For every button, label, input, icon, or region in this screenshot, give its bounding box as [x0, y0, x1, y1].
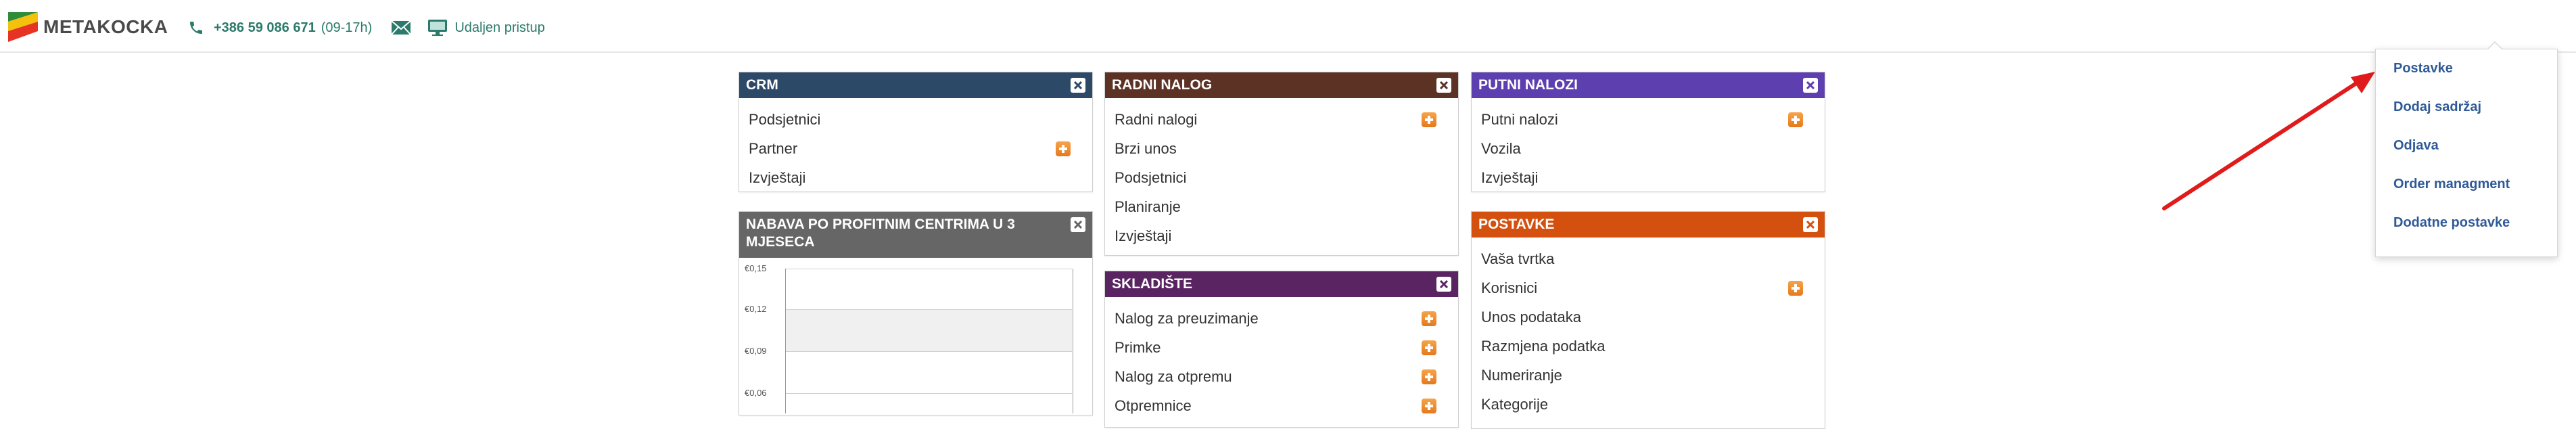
annotation-arrow: [2162, 72, 2375, 210]
contact-bar: +386 59 086 671 (09-17h) Udaljen pristup: [188, 19, 545, 37]
widget-link-izvjestaji[interactable]: Izvještaji: [739, 163, 1092, 192]
widget-postavke: POSTAVKE Vaša tvrtka Korisnici Unos poda…: [1471, 211, 1825, 429]
phone-number[interactable]: +386 59 086 671: [214, 20, 316, 36]
widget-header-crm[interactable]: CRM: [739, 72, 1092, 98]
widget-title-skladiste: SKLADIŠTE: [1112, 276, 1193, 292]
close-icon: [1073, 81, 1083, 90]
widget-link-kategorije[interactable]: Kategorije: [1472, 390, 1825, 419]
widget-header-nabava[interactable]: NABAVA PO PROFITNIM CENTRIMA U 3 MJESECA: [739, 212, 1092, 258]
widget-link-izvjestaji[interactable]: Izvještaji: [1105, 221, 1458, 250]
widget-header-putni-nalozi[interactable]: PUTNI NALOZI: [1472, 72, 1825, 98]
add-icon[interactable]: [1422, 340, 1436, 355]
widget-radni-nalog: RADNI NALOG Radni nalogi Brzi unos Podsj…: [1104, 72, 1459, 256]
add-icon[interactable]: [1788, 112, 1803, 127]
close-widget-button[interactable]: [1803, 217, 1818, 232]
widget-link-podsjetnici[interactable]: Podsjetnici: [1105, 163, 1458, 192]
widget-link-partner[interactable]: Partner: [739, 134, 1092, 163]
widget-link-brzi-unos[interactable]: Brzi unos: [1105, 134, 1458, 163]
widget-header-postavke[interactable]: POSTAVKE: [1472, 212, 1825, 238]
monitor-icon[interactable]: [427, 19, 448, 37]
y-tick-label: €0,06: [745, 388, 767, 398]
widget-skladiste: SKLADIŠTE Nalog za preuzimanje Primke Na…: [1104, 271, 1459, 428]
widget-link-numeriranje[interactable]: Numeriranje: [1472, 361, 1825, 390]
widget-nabava: NABAVA PO PROFITNIM CENTRIMA U 3 MJESECA…: [739, 211, 1093, 415]
user-dropdown-menu: Postavke Dodaj sadržaj Odjava Order mana…: [2375, 41, 2558, 257]
widget-link-podsjetnici[interactable]: Podsjetnici: [739, 105, 1092, 134]
close-icon: [1439, 279, 1449, 289]
widget-link-vasa-tvrtka[interactable]: Vaša tvrtka: [1472, 244, 1825, 273]
widget-link-radni-nalogi[interactable]: Radni nalogi: [1105, 105, 1458, 134]
menu-item-dodaj-sadrzaj[interactable]: Dodaj sadržaj: [2376, 88, 2557, 127]
widget-link-vozila[interactable]: Vozila: [1472, 134, 1825, 163]
remote-access-link[interactable]: Udaljen pristup: [454, 20, 544, 36]
widget-crm: CRM Podsjetnici Partner Izvještaji: [739, 72, 1093, 192]
close-widget-button[interactable]: [1436, 277, 1451, 292]
menu-item-postavke[interactable]: Postavke: [2376, 49, 2557, 88]
menu-item-dodatne-postavke[interactable]: Dodatne postavke: [2376, 204, 2557, 242]
widget-link-unos-podataka[interactable]: Unos podataka: [1472, 302, 1825, 332]
add-icon[interactable]: [1422, 399, 1436, 413]
widget-link-izvjestaji[interactable]: Izvještaji: [1472, 163, 1825, 192]
add-icon[interactable]: [1422, 112, 1436, 127]
close-icon: [1439, 81, 1449, 90]
menu-item-order-managment[interactable]: Order managment: [2376, 165, 2557, 204]
widget-header-radni-nalog[interactable]: RADNI NALOG: [1105, 72, 1458, 98]
close-icon: [1806, 220, 1815, 229]
widget-link-planiranje[interactable]: Planiranje: [1105, 192, 1458, 221]
widget-header-skladiste[interactable]: SKLADIŠTE: [1105, 271, 1458, 297]
widget-title-postavke: POSTAVKE: [1478, 217, 1555, 232]
widget-link-putni-nalozi[interactable]: Putni nalozi: [1472, 105, 1825, 134]
widget-title-putni-nalozi: PUTNI NALOZI: [1478, 77, 1578, 93]
add-icon[interactable]: [1422, 369, 1436, 384]
mail-icon[interactable]: [391, 20, 412, 35]
y-tick-label: €0,15: [745, 263, 767, 273]
close-widget-button[interactable]: [1071, 217, 1085, 232]
close-widget-button[interactable]: [1071, 78, 1085, 93]
widget-link-otpremnice[interactable]: Otpremnice: [1105, 391, 1458, 420]
widget-title-crm: CRM: [746, 77, 778, 93]
close-icon: [1806, 81, 1815, 90]
logo-icon: [8, 12, 38, 42]
y-tick-label: €0,12: [745, 304, 767, 314]
widget-title-radni-nalog: RADNI NALOG: [1112, 77, 1213, 93]
y-tick-label: €0,09: [745, 346, 767, 356]
phone-icon: [190, 22, 202, 34]
logo[interactable]: METAKOCKA: [8, 12, 168, 42]
close-widget-button[interactable]: [1436, 78, 1451, 93]
widget-link-korisnici[interactable]: Korisnici: [1472, 273, 1825, 302]
widget-link-primke[interactable]: Primke: [1105, 333, 1458, 362]
logo-text: METAKOCKA: [43, 16, 168, 37]
close-icon: [1073, 220, 1083, 229]
widget-putni-nalozi: PUTNI NALOZI Putni nalozi Vozila Izvješt…: [1471, 72, 1825, 192]
widget-title-nabava: NABAVA PO PROFITNIM CENTRIMA U 3 MJESECA: [746, 217, 1015, 250]
widget-link-razmjena-podatka[interactable]: Razmjena podatka: [1472, 332, 1825, 361]
add-icon[interactable]: [1788, 281, 1803, 296]
widget-link-nalog-za-otpremu[interactable]: Nalog za otpremu: [1105, 362, 1458, 391]
add-icon[interactable]: [1056, 141, 1071, 156]
widget-link-nalog-za-preuzimanje[interactable]: Nalog za preuzimanje: [1105, 304, 1458, 333]
nabava-chart: €0,15 €0,12 €0,09 €0,06: [739, 258, 1092, 413]
add-icon[interactable]: [1422, 311, 1436, 326]
menu-item-odjava[interactable]: Odjava: [2376, 127, 2557, 165]
top-bar: METAKOCKA +386 59 086 671 (09-17h) Udalj…: [0, 0, 2576, 53]
close-widget-button[interactable]: [1803, 78, 1818, 93]
working-hours: (09-17h): [321, 20, 373, 35]
